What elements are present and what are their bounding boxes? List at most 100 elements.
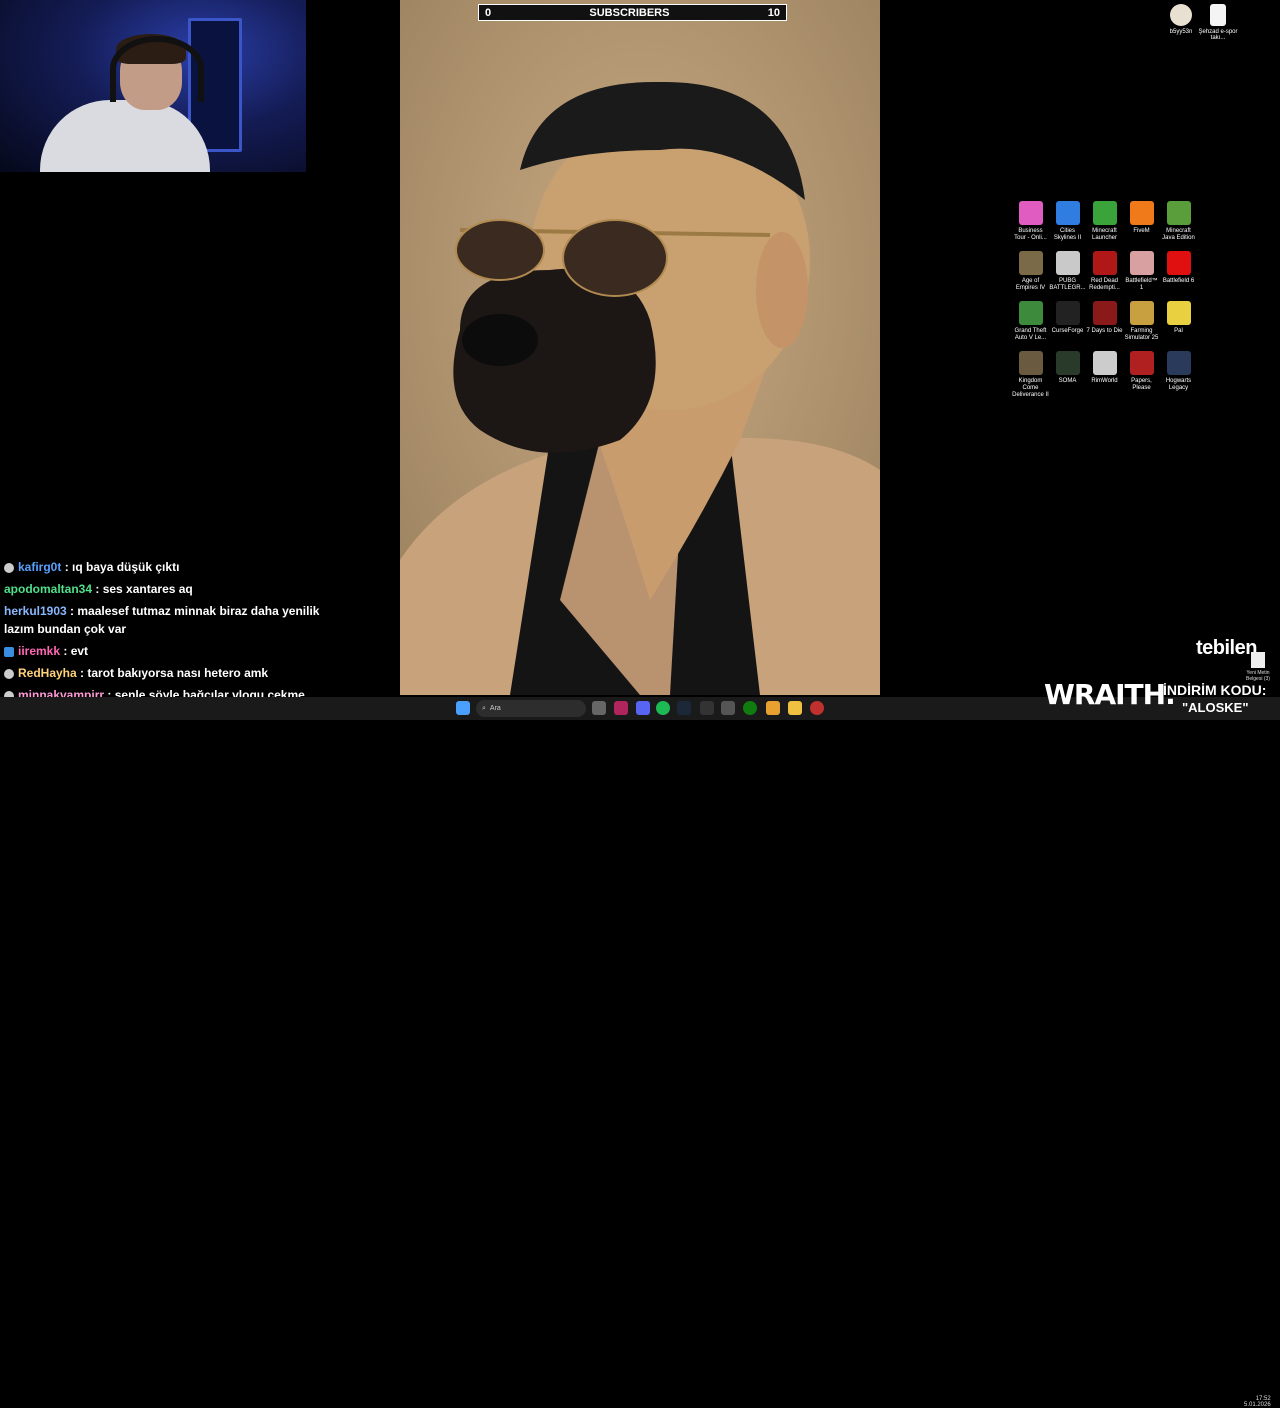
taskbar-clock[interactable]: 17:52 5.01.2026 xyxy=(1244,1396,1271,1408)
desktop-icon-label: RimWorld xyxy=(1091,378,1118,384)
chrome-icon[interactable] xyxy=(766,701,780,715)
desktop-icon-label: Minecraft Java Edition xyxy=(1162,228,1195,241)
discord-icon[interactable] xyxy=(636,701,650,715)
desktop-icon-label: SOMA xyxy=(1058,378,1077,384)
gta-v-icon xyxy=(1018,301,1043,325)
desktop-icon-label: Minecraft Launcher xyxy=(1091,228,1118,241)
chat-username[interactable]: kafirg0t xyxy=(18,560,61,574)
desktop-icon-gta-v[interactable]: Grand Theft Auto V Le... xyxy=(1012,300,1049,350)
desktop-icon-grid: Business Tour - Onli... Cities Skylines I… xyxy=(1012,200,1197,400)
chat-separator: : xyxy=(66,604,78,618)
subscriber-goal-bar: 0 SUBSCRIBERS 10 xyxy=(478,4,787,21)
chat-badge-icon xyxy=(4,668,14,679)
dog-portrait-illustration xyxy=(400,0,880,695)
headset-icon xyxy=(110,36,204,102)
battlefield-6-icon xyxy=(1166,251,1191,275)
desktop-icon-label: FiveM xyxy=(1133,228,1150,234)
desktop-icon-minecraft-launcher[interactable]: Minecraft Launcher xyxy=(1086,200,1123,250)
chat-username[interactable]: iiremkk xyxy=(18,644,60,658)
desktop-icon-soma[interactable]: SOMA xyxy=(1049,350,1086,400)
farming-sim-icon xyxy=(1129,301,1154,325)
discount-code: "ALOSKE" xyxy=(1182,700,1249,715)
chat-username[interactable]: herkul1903 xyxy=(4,604,67,618)
business-tour-icon xyxy=(1018,201,1043,225)
desktop-icon-label: Business Tour - Onli... xyxy=(1014,228,1047,241)
opera-gx-icon[interactable] xyxy=(614,701,628,715)
desktop-icon-fivem[interactable]: FiveM xyxy=(1123,200,1160,250)
chat-separator: : xyxy=(60,644,71,658)
desktop-icon-label: Cities Skylines II xyxy=(1053,228,1082,241)
webcam-feed xyxy=(0,0,306,172)
desktop-icon-pubg[interactable]: PUBG BATTLEGR... xyxy=(1049,250,1086,300)
desktop-icon-label: Şehzad e-spor takı... xyxy=(1198,29,1238,41)
chat-separator: : xyxy=(92,582,103,596)
obs-icon[interactable] xyxy=(810,701,824,715)
file-explorer-icon[interactable] xyxy=(788,701,802,715)
desktop-icon-battlefield-6[interactable]: Battlefield 6 xyxy=(1160,250,1197,300)
kingdom-come-icon xyxy=(1018,351,1043,375)
task-view-icon[interactable] xyxy=(592,701,606,715)
desktop-icon-label: Hogwarts Legacy xyxy=(1165,378,1192,391)
desktop-icon-label: Red Dead Redempti... xyxy=(1089,278,1120,291)
desktop-icon-minecraft-java[interactable]: Minecraft Java Edition xyxy=(1160,200,1197,250)
seven-days-icon xyxy=(1092,301,1117,325)
chat-separator: : xyxy=(76,666,88,680)
desktop-icon-battlefield-1[interactable]: Battlefield™ 1 xyxy=(1123,250,1160,300)
chat-username[interactable]: apodomaltan34 xyxy=(4,582,92,596)
desktop-icon-label: Papers, Please xyxy=(1131,378,1152,391)
spotify-icon[interactable] xyxy=(656,701,670,715)
desktop-icon-palworld[interactable]: Pal xyxy=(1160,300,1197,350)
windows-start-icon[interactable] xyxy=(456,701,470,715)
papers-please-icon xyxy=(1129,351,1154,375)
subscriber-goal-label: SUBSCRIBERS xyxy=(589,6,670,19)
xbox-icon[interactable] xyxy=(743,701,757,715)
desktop-icon-kingdom-come[interactable]: Kingdom Come Deliverance II xyxy=(1012,350,1049,400)
age-of-empires-icon xyxy=(1018,251,1043,275)
fivem-icon xyxy=(1129,201,1154,225)
desktop-icon-text-document[interactable]: Yeni Metin Belgesi (3) xyxy=(1240,652,1276,682)
minecraft-java-icon xyxy=(1166,201,1191,225)
dog-portrait-image xyxy=(400,0,880,695)
desktop-icon-hogwarts[interactable]: Hogwarts Legacy xyxy=(1160,350,1197,400)
subscriber-goal-end: 10 xyxy=(767,6,780,19)
desktop-icon-label: PUBG BATTLEGR... xyxy=(1049,278,1086,291)
desktop-icon-label: Age of Empires IV xyxy=(1015,278,1046,291)
desktop-icon-label: Battlefield™ 1 xyxy=(1125,278,1158,291)
chat-separator: : xyxy=(61,560,73,574)
document-icon xyxy=(1251,652,1265,668)
epic-games-icon[interactable] xyxy=(700,701,714,715)
search-placeholder: Ara xyxy=(489,705,501,712)
taskbar-search[interactable]: ⌕ Ara xyxy=(476,700,586,717)
desktop-icon-cities-skylines[interactable]: Cities Skylines II xyxy=(1049,200,1086,250)
steam-icon[interactable] xyxy=(677,701,691,715)
desktop-icon-label: Yeni Metin Belgesi (3) xyxy=(1246,670,1270,682)
discount-label: İNDİRİM KODU: xyxy=(1163,682,1267,698)
desktop-icon-label: Battlefield 6 xyxy=(1162,278,1195,284)
rimworld-icon xyxy=(1092,351,1117,375)
desktop-icon-curseforge[interactable]: CurseForge xyxy=(1049,300,1086,350)
desktop-icon-label: Pal xyxy=(1174,328,1183,334)
desktop-icon-seven-days[interactable]: 7 Days to Die xyxy=(1086,300,1123,350)
desktop-icon-age-of-empires[interactable]: Age of Empires IV xyxy=(1012,250,1049,300)
desktop-icon-label: Kingdom Come Deliverance II xyxy=(1012,378,1049,398)
desktop-icon-business-tour[interactable]: Business Tour - Onli... xyxy=(1012,200,1049,250)
clock-date: 5.01.2026 xyxy=(1244,1402,1271,1408)
desktop-icon-document[interactable]: Şehzad e-spor takı... xyxy=(1193,4,1243,41)
app-icon[interactable] xyxy=(721,701,735,715)
chat-text: ıq baya düşük çıktı xyxy=(72,560,180,574)
chat-badge-icon xyxy=(4,562,14,573)
chat-text: tarot bakıyorsa nası hetero amk xyxy=(87,666,269,680)
chat-message: iiremkk : evt xyxy=(0,640,330,662)
chat-username[interactable]: RedHayha xyxy=(18,666,77,680)
search-icon: ⌕ xyxy=(482,704,486,712)
desktop-icon-papers-please[interactable]: Papers, Please xyxy=(1123,350,1160,400)
desktop-icon-rimworld[interactable]: RimWorld xyxy=(1086,350,1123,400)
desktop-icon-label: Farming Simulator 25 xyxy=(1124,328,1159,341)
soma-icon xyxy=(1055,351,1080,375)
desktop-icon-farming-sim[interactable]: Farming Simulator 25 xyxy=(1123,300,1160,350)
desktop-icon-red-dead[interactable]: Red Dead Redempti... xyxy=(1086,250,1123,300)
user-avatar-icon xyxy=(1170,4,1192,26)
chat-message: RedHayha : tarot bakıyorsa nası hetero a… xyxy=(0,662,330,684)
chat-text: ses xantares aq xyxy=(102,582,193,596)
chat-badge-icon xyxy=(4,646,14,657)
